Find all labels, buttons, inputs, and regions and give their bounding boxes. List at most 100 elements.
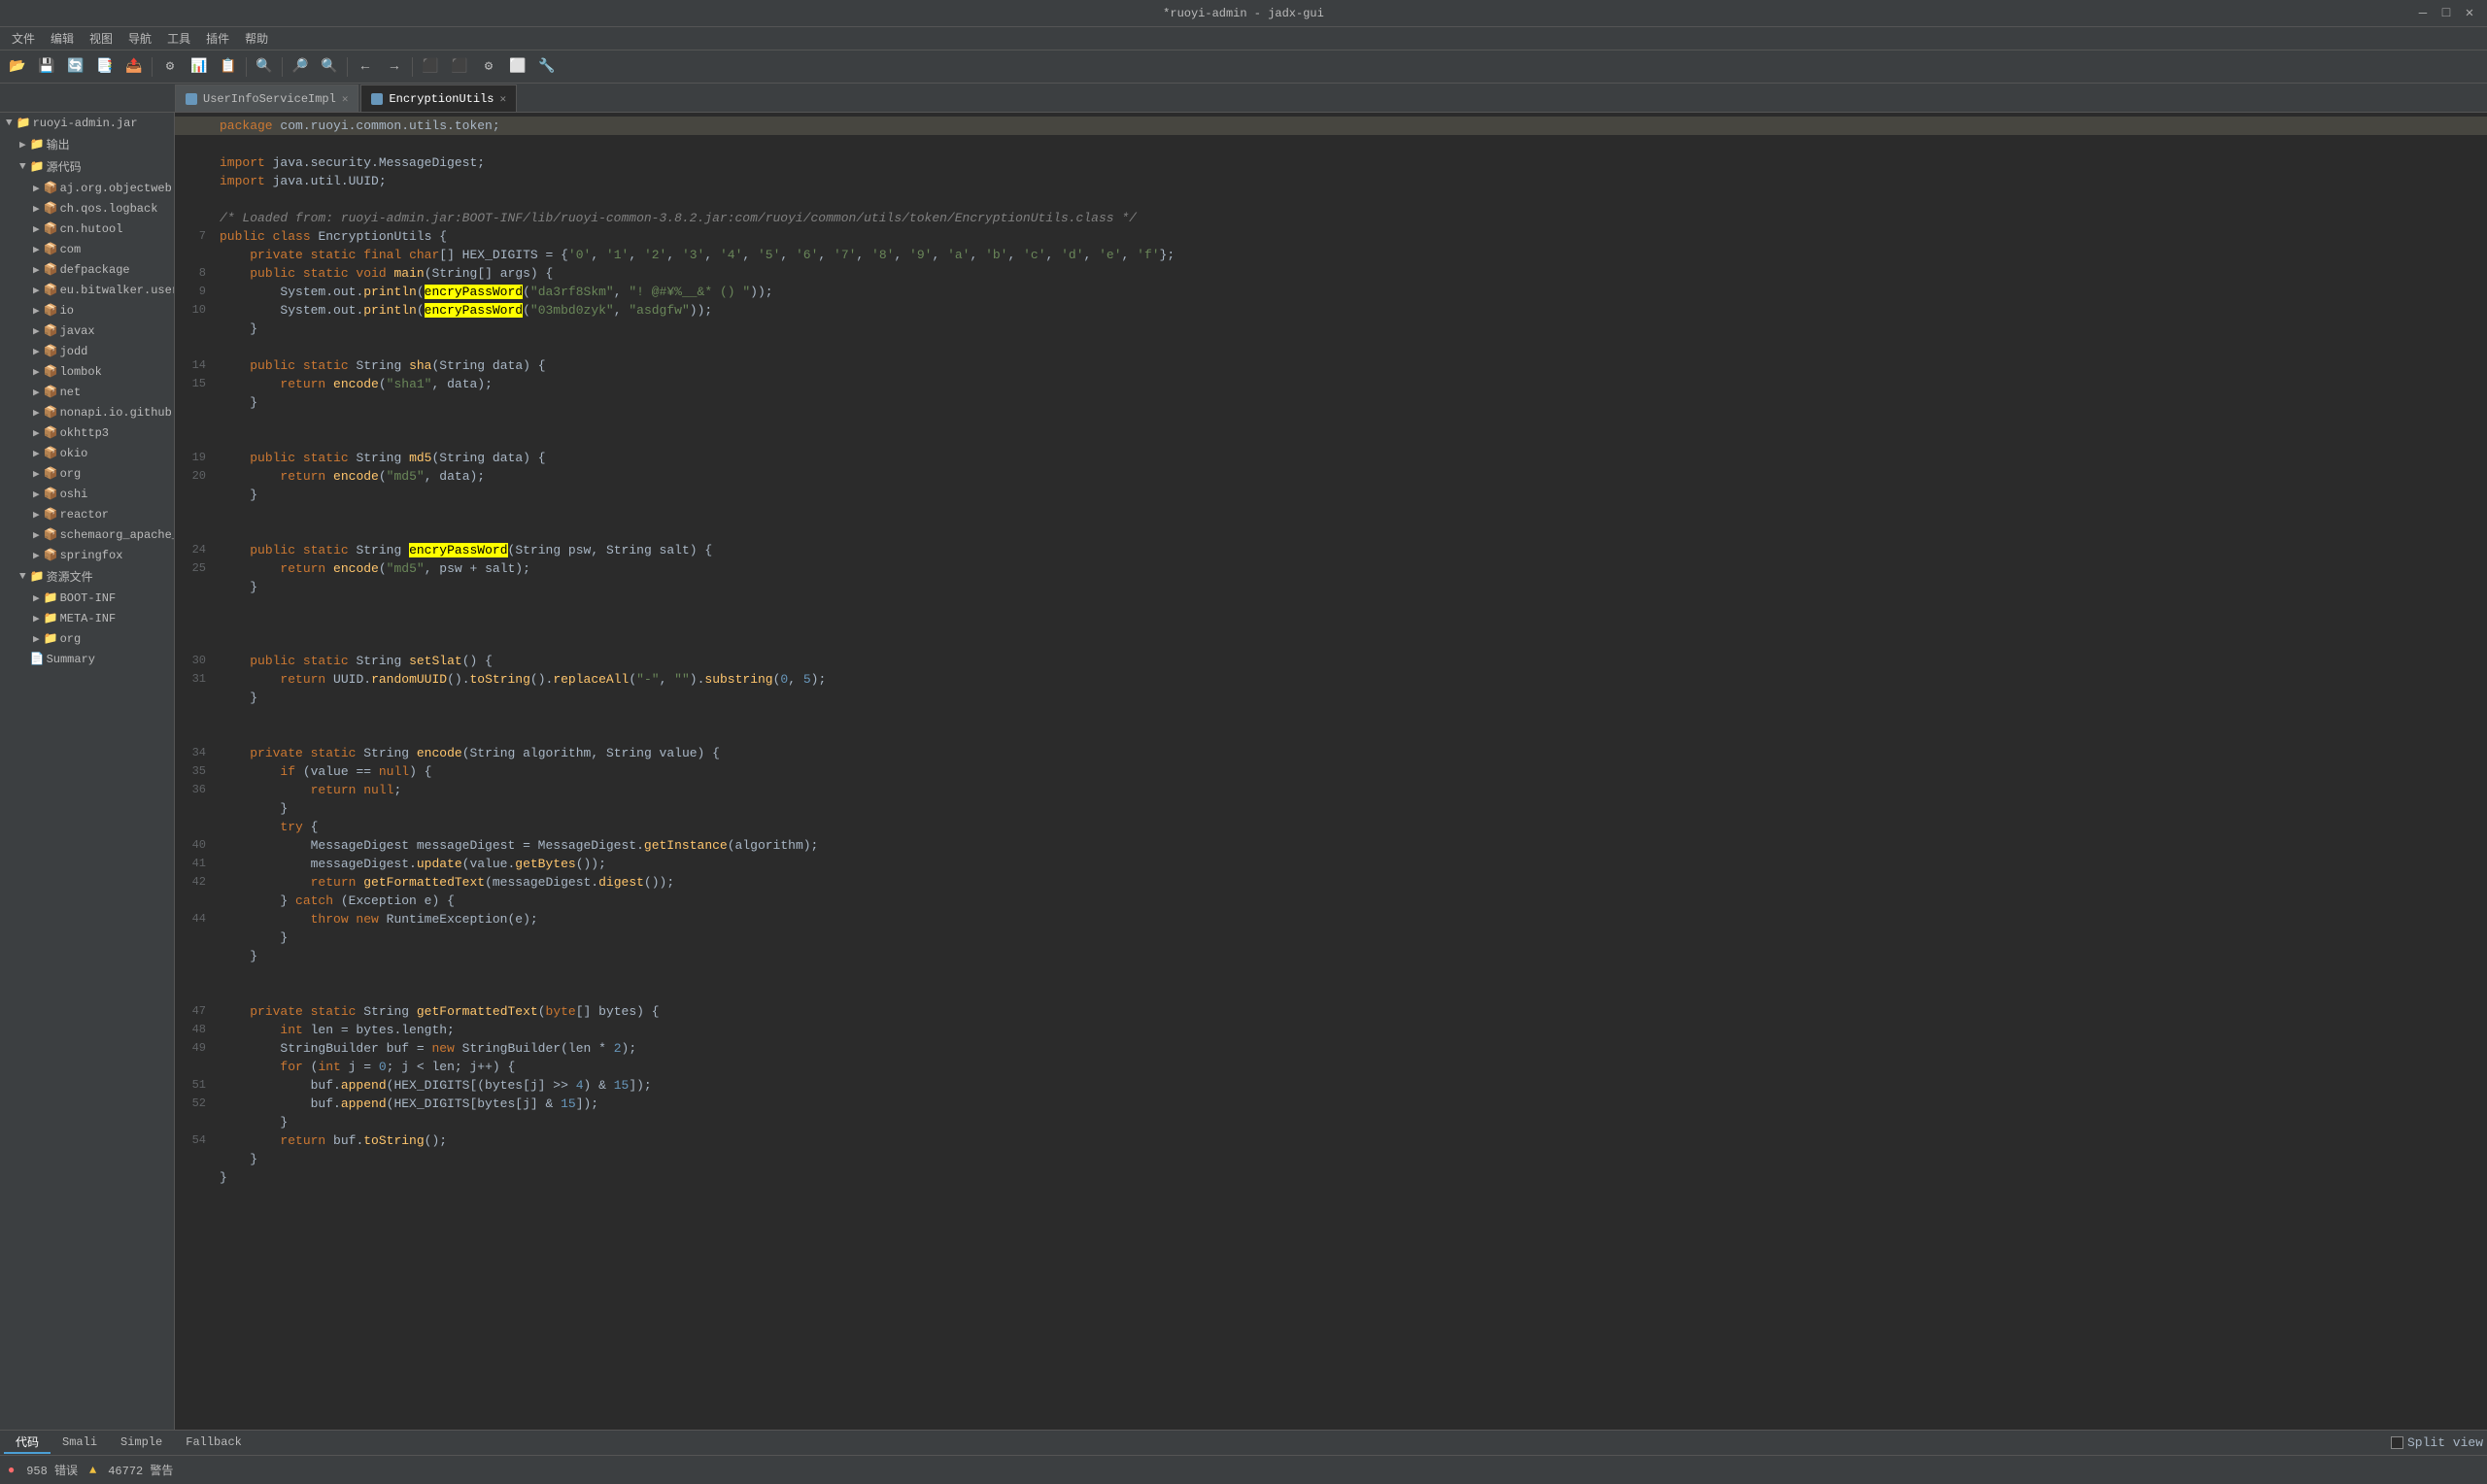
code-content: package com.ruoyi.common.utils.token; im…	[175, 113, 2487, 1191]
toolbar-separator-3	[282, 57, 283, 77]
line-content-30: public static String setSlat() {	[214, 652, 2487, 670]
line-num-44: 44	[175, 910, 214, 928]
sidebar-item-net[interactable]: ▶ 📦 net	[0, 382, 174, 402]
sidebar-item-okio[interactable]: ▶ 📦 okio	[0, 443, 174, 463]
menu-tools[interactable]: 工具	[159, 28, 198, 49]
sidebar-item-sourcecode[interactable]: ▼ 📁 源代码	[0, 155, 174, 178]
search-usage-button[interactable]: 🔎	[287, 53, 314, 81]
sidebar-item-springfox[interactable]: ▶ 📦 springfox	[0, 545, 174, 565]
okio-expand-icon: ▶	[33, 447, 40, 460]
sidebar-item-metainf[interactable]: ▶ 📁 META-INF	[0, 608, 174, 628]
open-button[interactable]: 📂	[4, 53, 31, 81]
menu-view[interactable]: 视图	[82, 28, 120, 49]
line-content-blank11	[214, 707, 2487, 725]
line-content-package: package com.ruoyi.common.utils.token;	[214, 117, 2487, 135]
line-content-close47: }	[214, 1150, 2487, 1168]
sidebar-label-aj: aj.org.objectweb...	[60, 182, 175, 195]
line-num-47: 47	[175, 1002, 214, 1021]
tab-close-encryptionutils[interactable]: ✕	[499, 92, 506, 106]
decompile-btn2[interactable]: ⬛	[446, 53, 473, 81]
maximize-button[interactable]: □	[2438, 6, 2454, 21]
okhttp3-expand-icon: ▶	[33, 426, 40, 440]
sidebar-item-output[interactable]: ▶ 📁 输出	[0, 133, 174, 155]
sidebar-item-ch[interactable]: ▶ 📦 ch.qos.logback	[0, 198, 174, 219]
defpackage-expand-icon: ▶	[33, 263, 40, 277]
btab-code[interactable]: 代码	[4, 1432, 51, 1454]
line-content-blank8	[214, 596, 2487, 615]
sidebar-item-reactor[interactable]: ▶ 📦 reactor	[0, 504, 174, 524]
code-line-25: 25 return encode("md5", psw + salt);	[175, 559, 2487, 578]
reactor-expand-icon: ▶	[33, 508, 40, 522]
tabs-bar: UserInfoServiceImpl ✕ EncryptionUtils ✕	[0, 84, 2487, 113]
split-view-container: Split view	[2391, 1435, 2483, 1450]
sidebar-item-org2[interactable]: ▶ 📁 org	[0, 628, 174, 649]
decompile-options[interactable]: ⚙	[156, 53, 184, 81]
tab-close-userinfoserviceimpl[interactable]: ✕	[342, 92, 349, 106]
wrench-button[interactable]: 🔧	[533, 53, 561, 81]
split-view-checkbox[interactable]	[2391, 1436, 2403, 1449]
export-btn2[interactable]: ⬜	[504, 53, 531, 81]
sidebar-item-jodd[interactable]: ▶ 📦 jodd	[0, 341, 174, 361]
code-line-14: 14 public static String sha(String data)…	[175, 356, 2487, 375]
sidebar-label-org: org	[60, 467, 82, 481]
sidebar-item-org[interactable]: ▶ 📦 org	[0, 463, 174, 484]
sidebar-item-io[interactable]: ▶ 📦 io	[0, 300, 174, 320]
menu-file[interactable]: 文件	[4, 28, 43, 49]
menu-navigate[interactable]: 导航	[120, 28, 159, 49]
sidebar-label-io: io	[60, 304, 74, 318]
sidebar-project-root[interactable]: ▼ 📁 ruoyi-admin.jar	[0, 113, 174, 133]
menu-edit[interactable]: 编辑	[43, 28, 82, 49]
btab-smali[interactable]: Smali	[51, 1433, 109, 1453]
sidebar-item-summary[interactable]: 📄 Summary	[0, 649, 174, 669]
code-line-42: 42 return getFormattedText(messageDigest…	[175, 873, 2487, 892]
tab-encryptionutils[interactable]: EncryptionUtils ✕	[360, 84, 517, 112]
save-button[interactable]: 💾	[33, 53, 60, 81]
sidebar-item-oshi[interactable]: ▶ 📦 oshi	[0, 484, 174, 504]
sidebar-label-sourcecode: 源代码	[47, 158, 82, 175]
sidebar-item-nonapi[interactable]: ▶ 📦 nonapi.io.github...	[0, 402, 174, 422]
sidebar-item-lombok[interactable]: ▶ 📦 lombok	[0, 361, 174, 382]
decompile-progress[interactable]: 📊	[186, 53, 213, 81]
sidebar-item-defpackage[interactable]: ▶ 📦 defpackage	[0, 259, 174, 280]
status-bar: ● 958 错误 ▲ 46772 警告	[0, 1455, 2487, 1484]
close-button[interactable]: ✕	[2462, 6, 2477, 21]
log-button[interactable]: 📋	[215, 53, 242, 81]
sidebar-item-resources[interactable]: ▼ 📁 资源文件	[0, 565, 174, 588]
btab-fallback[interactable]: Fallback	[174, 1433, 254, 1453]
code-line-close8: }	[175, 320, 2487, 338]
sidebar-label-okio: okio	[60, 447, 88, 460]
btab-simple[interactable]: Simple	[109, 1433, 174, 1453]
tab-userinfoserviceimpl[interactable]: UserInfoServiceImpl ✕	[175, 84, 358, 112]
search-button[interactable]: 🔍	[251, 53, 278, 81]
line-content-24: public static String encryPassWord(Strin…	[214, 541, 2487, 559]
sidebar-item-schemaorg[interactable]: ▶ 📦 schemaorg_apache_...	[0, 524, 174, 545]
code-area[interactable]: package com.ruoyi.common.utils.token; im…	[175, 113, 2487, 1430]
sidebar-item-okhttp3[interactable]: ▶ 📦 okhttp3	[0, 422, 174, 443]
settings-button[interactable]: ⚙	[475, 53, 502, 81]
back-button[interactable]: ←	[352, 53, 379, 81]
minimize-button[interactable]: —	[2415, 6, 2431, 21]
decompile-btn1[interactable]: ⬛	[417, 53, 444, 81]
line-num-40: 40	[175, 836, 214, 855]
sidebar-item-javax[interactable]: ▶ 📦 javax	[0, 320, 174, 341]
code-line-close47: }	[175, 1150, 2487, 1168]
sidebar-item-bootinf[interactable]: ▶ 📁 BOOT-INF	[0, 588, 174, 608]
line-content-closecls: }	[214, 1168, 2487, 1187]
line-num-8: 8	[175, 264, 214, 283]
export-button[interactable]: 📤	[120, 53, 148, 81]
menu-help[interactable]: 帮助	[237, 28, 276, 49]
org2-folder-icon: 📁	[44, 631, 58, 646]
save-all-button[interactable]: 📑	[91, 53, 119, 81]
line-content-import2: import java.util.UUID;	[214, 172, 2487, 190]
reload-button[interactable]: 🔄	[62, 53, 89, 81]
sidebar-item-aj[interactable]: ▶ 📦 aj.org.objectweb...	[0, 178, 174, 198]
sidebar-item-com[interactable]: ▶ 📦 com	[0, 239, 174, 259]
sidebar-label-output: 输出	[47, 136, 70, 152]
sidebar-item-cn[interactable]: ▶ 📦 cn.hutool	[0, 219, 174, 239]
code-line-24: 24 public static String encryPassWord(St…	[175, 541, 2487, 559]
line-content-8: public static void main(String[] args) {	[214, 264, 2487, 283]
sidebar-item-eu[interactable]: ▶ 📦 eu.bitwalker.user...	[0, 280, 174, 300]
find-class-button[interactable]: 🔍	[316, 53, 343, 81]
menu-plugins[interactable]: 插件	[198, 28, 237, 49]
forward-button[interactable]: →	[381, 53, 408, 81]
